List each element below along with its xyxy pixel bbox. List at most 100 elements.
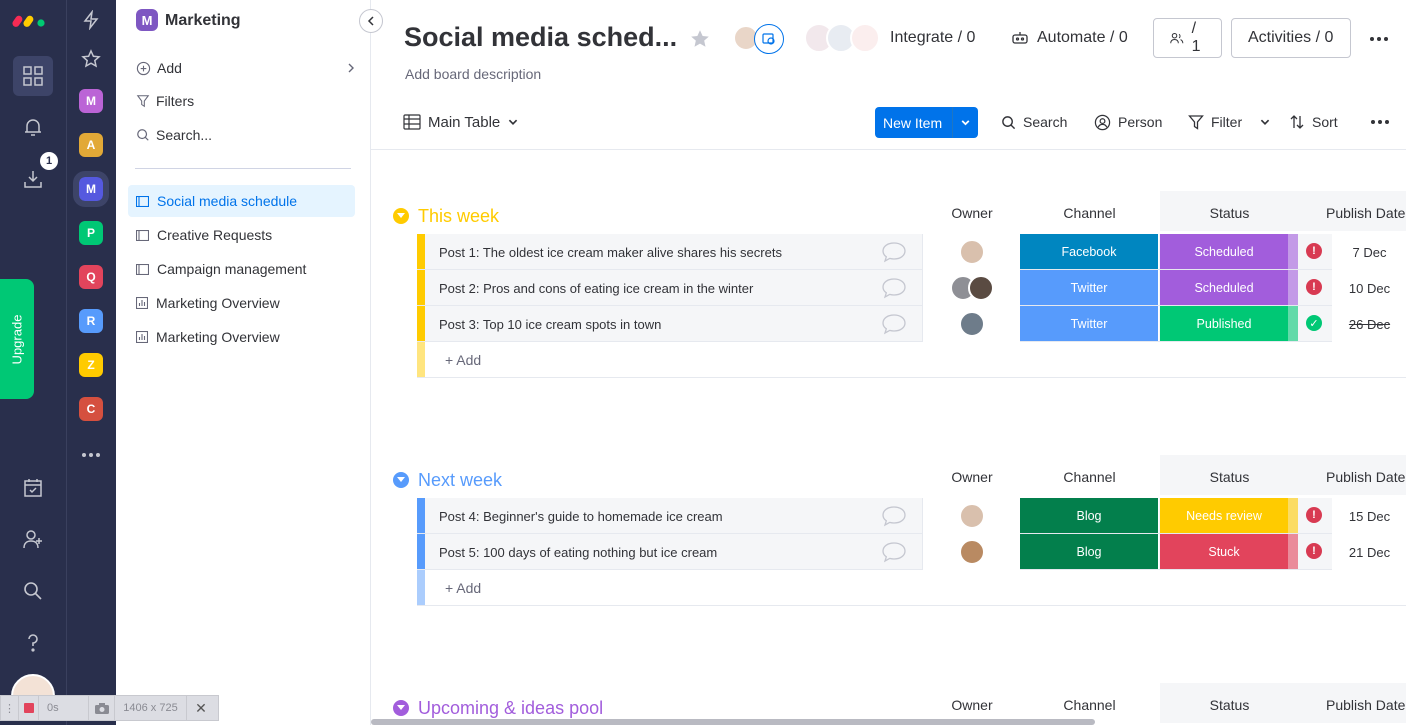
sidebar-item-social-media-schedule[interactable]: Social media schedule: [128, 185, 355, 217]
workspace-logo[interactable]: M: [136, 9, 158, 31]
column-header-status[interactable]: Status: [1160, 697, 1299, 713]
collapse-group-icon[interactable]: [393, 700, 409, 716]
channel-cell[interactable]: Blog: [1020, 498, 1159, 533]
board-owner-avatars[interactable]: [733, 24, 787, 54]
publish-date-cell[interactable]: 26 Dec: [1332, 306, 1406, 342]
workspace-m-home[interactable]: M: [79, 89, 103, 113]
bell-icon[interactable]: [13, 107, 53, 147]
add-item-row[interactable]: + Add: [417, 342, 1406, 378]
horizontal-scrollbar[interactable]: [371, 719, 1095, 725]
workspace-m[interactable]: M: [73, 171, 109, 207]
sidebar-item-campaign-management[interactable]: Campaign management: [128, 253, 355, 285]
invite-members-icon[interactable]: [13, 519, 53, 559]
column-header-publish-date[interactable]: Publish Date: [1326, 697, 1406, 713]
board-description[interactable]: Add board description: [405, 66, 541, 82]
table-row[interactable]: Post 3: Top 10 ice cream spots in town Tw…: [417, 306, 1406, 342]
members-button[interactable]: / 1: [1153, 18, 1222, 58]
camera-icon[interactable]: [89, 696, 115, 720]
drag-handle-icon[interactable]: ⋮: [1, 696, 19, 720]
column-header-owner[interactable]: Owner: [923, 469, 1021, 485]
stop-record-button[interactable]: [19, 696, 39, 720]
add-action[interactable]: Add: [136, 56, 356, 80]
status-cell[interactable]: Needs review: [1160, 498, 1288, 533]
item-name[interactable]: Post 1: The oldest ice cream maker alive…: [439, 234, 782, 270]
column-header-channel[interactable]: Channel: [1020, 205, 1159, 221]
column-header-status[interactable]: Status: [1160, 205, 1299, 221]
search-icon[interactable]: [13, 571, 53, 611]
item-name[interactable]: Post 3: Top 10 ice cream spots in town: [439, 306, 661, 342]
column-header-publish-date[interactable]: Publish Date: [1326, 469, 1406, 485]
status-cell[interactable]: Published: [1160, 306, 1288, 341]
channel-cell[interactable]: Twitter: [1020, 270, 1159, 305]
sidebar-item-marketing-overview-2[interactable]: Marketing Overview: [128, 321, 355, 353]
channel-cell[interactable]: Blog: [1020, 534, 1159, 569]
integrate-button[interactable]: Integrate / 0: [804, 18, 975, 58]
column-header-publish-date[interactable]: Publish Date: [1326, 205, 1406, 221]
help-icon[interactable]: [13, 623, 53, 663]
group-title[interactable]: Next week: [393, 468, 502, 492]
lightning-icon[interactable]: [81, 10, 101, 30]
owner-cell[interactable]: [922, 234, 1020, 270]
workspace-c[interactable]: C: [79, 397, 103, 421]
workspace-r[interactable]: R: [79, 309, 103, 333]
publish-date-cell[interactable]: 15 Dec: [1332, 498, 1406, 534]
owner-cell[interactable]: [922, 306, 1020, 342]
close-icon[interactable]: ✕: [187, 696, 215, 720]
add-item-row[interactable]: + Add: [417, 570, 1406, 606]
publish-date-cell[interactable]: 10 Dec: [1332, 270, 1406, 306]
publish-date-cell[interactable]: 7 Dec: [1332, 234, 1406, 270]
column-header-owner[interactable]: Owner: [923, 205, 1021, 221]
collapse-sidebar-button[interactable]: [359, 9, 383, 33]
star-favorites-icon[interactable]: [81, 49, 101, 69]
search-button[interactable]: Search: [1001, 108, 1067, 136]
new-item-button[interactable]: New Item: [875, 107, 978, 138]
collapse-group-icon[interactable]: [393, 208, 409, 224]
column-header-owner[interactable]: Owner: [923, 697, 1021, 713]
item-name[interactable]: Post 2: Pros and cons of eating ice crea…: [439, 270, 753, 306]
channel-cell[interactable]: Twitter: [1020, 306, 1159, 341]
apps-grid-icon[interactable]: [13, 56, 53, 96]
search-action[interactable]: Search...: [136, 123, 212, 147]
comment-bubble-icon[interactable]: [881, 277, 907, 299]
publish-date-cell[interactable]: 21 Dec: [1332, 534, 1406, 570]
status-cell[interactable]: Stuck: [1160, 534, 1288, 569]
column-header-status[interactable]: Status: [1160, 469, 1299, 485]
comment-bubble-icon[interactable]: [881, 505, 907, 527]
table-row[interactable]: Post 2: Pros and cons of eating ice crea…: [417, 270, 1406, 306]
comment-bubble-icon[interactable]: [881, 541, 907, 563]
column-header-channel[interactable]: Channel: [1020, 697, 1159, 713]
comment-bubble-icon[interactable]: [881, 313, 907, 335]
status-cell[interactable]: Scheduled: [1160, 270, 1288, 305]
view-selector[interactable]: Main Table: [403, 108, 519, 136]
collapse-group-icon[interactable]: [393, 472, 409, 488]
toolbar-more-icon[interactable]: [1370, 114, 1390, 130]
workspace-z[interactable]: Z: [79, 353, 103, 377]
status-cell[interactable]: Scheduled: [1160, 234, 1288, 269]
workspace-a[interactable]: A: [79, 133, 103, 157]
column-header-channel[interactable]: Channel: [1020, 469, 1159, 485]
workspace-p[interactable]: P: [79, 221, 103, 245]
workspace-name[interactable]: Marketing: [165, 12, 241, 30]
channel-cell[interactable]: Facebook: [1020, 234, 1159, 269]
new-item-dropdown[interactable]: [952, 107, 978, 138]
upgrade-button[interactable]: Upgrade: [0, 279, 34, 399]
table-row[interactable]: Post 5: 100 days of eating nothing but i…: [417, 534, 1406, 570]
comment-bubble-icon[interactable]: [881, 241, 907, 263]
more-dots-icon[interactable]: [81, 446, 101, 464]
board-title[interactable]: Social media sched...: [404, 22, 677, 53]
sidebar-item-marketing-overview[interactable]: Marketing Overview: [128, 287, 355, 319]
group-title[interactable]: This week: [393, 204, 499, 228]
table-row[interactable]: Post 4: Beginner's guide to homemade ice…: [417, 498, 1406, 534]
monday-logo[interactable]: [12, 10, 52, 28]
activities-button[interactable]: Activities / 0: [1231, 18, 1351, 58]
owner-cell[interactable]: [922, 498, 1020, 534]
filter-button[interactable]: Filter: [1188, 108, 1271, 136]
my-work-calendar-icon[interactable]: [13, 468, 53, 508]
person-filter-button[interactable]: Person: [1094, 108, 1162, 136]
owner-cell[interactable]: [922, 534, 1020, 570]
sidebar-item-creative-requests[interactable]: Creative Requests: [128, 219, 355, 251]
favorite-star-icon[interactable]: [689, 28, 711, 50]
filters-action[interactable]: Filters: [136, 89, 194, 113]
sort-button[interactable]: Sort: [1289, 108, 1338, 136]
item-name[interactable]: Post 5: 100 days of eating nothing but i…: [439, 534, 717, 570]
